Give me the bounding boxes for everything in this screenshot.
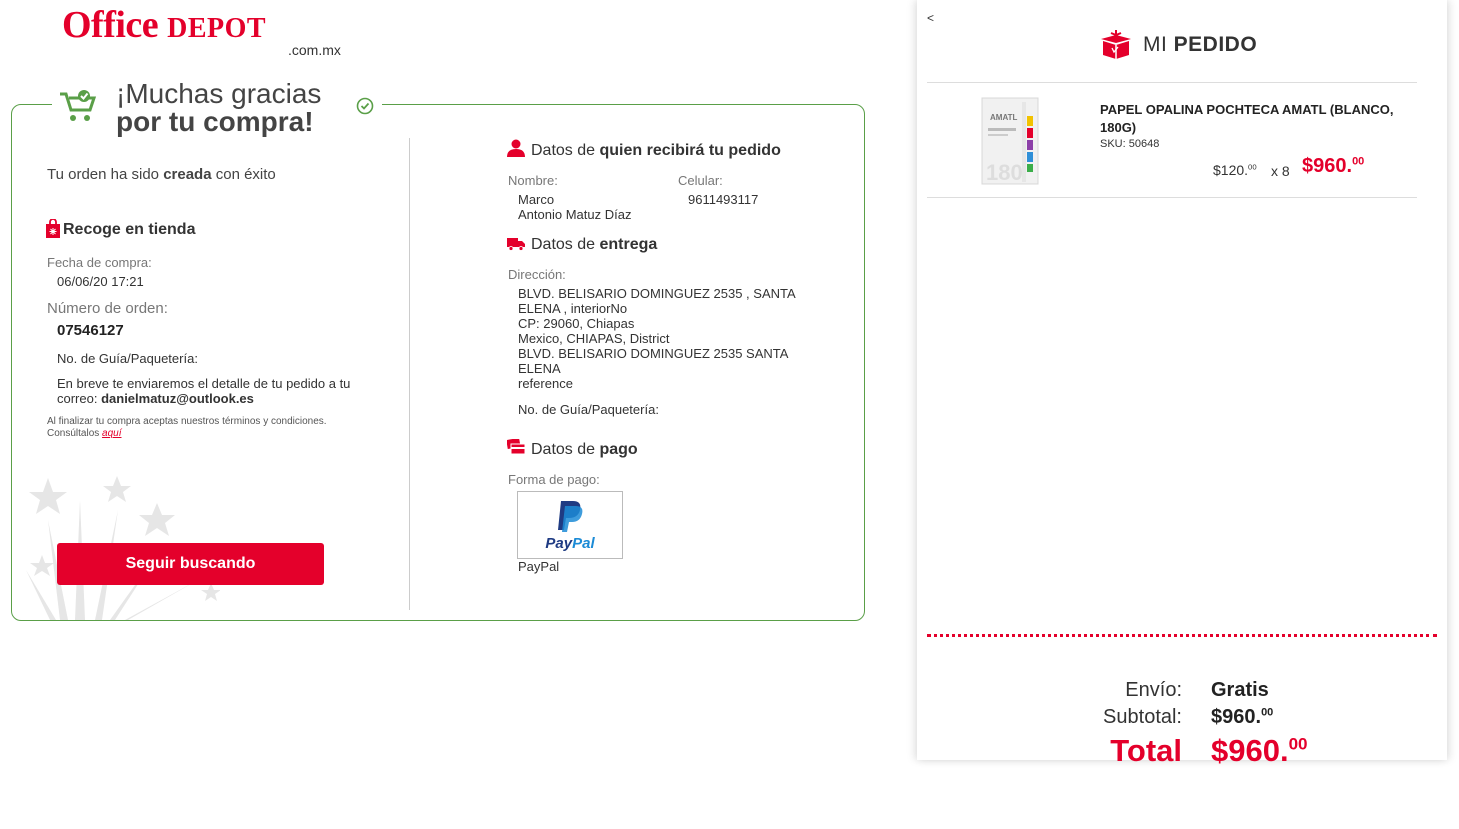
office-depot-logo[interactable]: Office DEPOT .com.mx: [62, 6, 362, 58]
address-line: BLVD. BELISARIO DOMINGUEZ 2535 SANTA: [518, 346, 789, 361]
order-number-value: 07546127: [57, 322, 124, 339]
address-line: ELENA: [518, 361, 561, 376]
address-line: CP: 29060, Chiapas: [518, 316, 635, 331]
terms-line2: Consúltalos aquí: [47, 428, 122, 439]
recipient-name-label: Nombre:: [508, 173, 558, 188]
total-value: $960.00: [1211, 733, 1308, 768]
product-sku: SKU: 50648: [1100, 138, 1160, 150]
address-line: reference: [518, 376, 573, 391]
order-status-text: Tu orden ha sido creada con éxito: [47, 166, 276, 183]
recipient-section-title: Datos de quien recibirá tu pedido: [531, 142, 781, 159]
address-line: BLVD. BELISARIO DOMINGUEZ 2535 , SANTA: [518, 286, 796, 301]
shipping-value: Gratis: [1211, 679, 1269, 701]
collapse-panel-button[interactable]: <: [927, 11, 934, 25]
cart-check-icon: [60, 90, 97, 121]
delivery-truck-icon: [507, 238, 525, 251]
product-quantity: x 8: [1271, 163, 1290, 179]
check-circle-icon: [356, 97, 374, 115]
product-unit-price: $120.00: [1213, 162, 1257, 178]
purchase-date-value: 06/06/20 17:21: [57, 274, 144, 289]
delivery-tracking-label: No. de Guía/Paquetería:: [518, 402, 659, 417]
address-label: Dirección:: [508, 267, 566, 282]
panel-title: MI PEDIDO: [1143, 33, 1258, 56]
svg-text:180: 180: [986, 160, 1023, 185]
pickup-title: Recoge en tienda: [63, 221, 196, 238]
purchase-date-label: Fecha de compra:: [47, 255, 152, 270]
terms-line1: Al finalizar tu compra aceptas nuestros …: [47, 416, 327, 427]
shopping-bag-icon: [46, 219, 60, 238]
summary-dotted-divider: [927, 634, 1437, 637]
svg-text:AMATL: AMATL: [990, 113, 1018, 122]
user-icon: [507, 139, 525, 157]
customer-email: danielmatuz@outlook.es: [101, 391, 254, 406]
shipping-label: Envío:: [1125, 679, 1182, 701]
paypal-logo: PayPal: [517, 491, 623, 559]
subtotal-value: $960.00: [1211, 706, 1274, 728]
thank-you-header: ¡Muchas gracias por tu compra!: [52, 78, 382, 138]
total-label: Total: [1110, 733, 1182, 768]
subtotal-label: Subtotal:: [1103, 706, 1182, 728]
logo-wordmark: Office DEPOT: [62, 4, 267, 46]
payment-cards-icon: [507, 439, 525, 455]
recipient-phone-value: 9611493117: [688, 192, 759, 207]
tracking-label: No. de Guía/Paquetería:: [57, 351, 198, 366]
order-number-label: Número de orden:: [47, 300, 168, 317]
product-name[interactable]: PAPEL OPALINA POCHTECA AMATL (BLANCO, 18…: [1100, 101, 1400, 137]
thanks-title-line2: por tu compra!: [116, 106, 314, 137]
address-line: ELENA , interiorNo: [518, 301, 628, 316]
paypal-wordmark: PayPal: [545, 534, 595, 552]
recipient-phone-label: Celular:: [678, 173, 723, 188]
terms-link[interactable]: aquí: [102, 428, 121, 439]
recipient-name-line1: Marco: [518, 192, 555, 207]
email-line: correo: danielmatuz@outlook.es: [57, 391, 254, 406]
product-line-total: $960.00: [1302, 155, 1365, 177]
item-divider: [927, 197, 1417, 198]
paypal-icon: [558, 500, 583, 532]
delivery-section-title: Datos de entrega: [531, 236, 658, 253]
email-note: En breve te enviaremos el detalle de tu …: [57, 376, 351, 391]
recipient-name-line2: Antonio Matuz Díaz: [518, 207, 632, 222]
payment-method-label: Forma de pago:: [508, 472, 600, 487]
address-line: Mexico, CHIAPAS, District: [518, 331, 670, 346]
payment-section-title: Datos de pago: [531, 441, 638, 458]
product-image[interactable]: AMATL 180: [978, 96, 1042, 186]
gift-box-icon: [1101, 30, 1131, 59]
column-divider: [409, 138, 410, 610]
logo-domain: .com.mx: [288, 42, 341, 58]
continue-shopping-button[interactable]: Seguir buscando: [57, 543, 324, 585]
panel-divider: [927, 82, 1417, 83]
payment-method-value: PayPal: [518, 559, 560, 574]
